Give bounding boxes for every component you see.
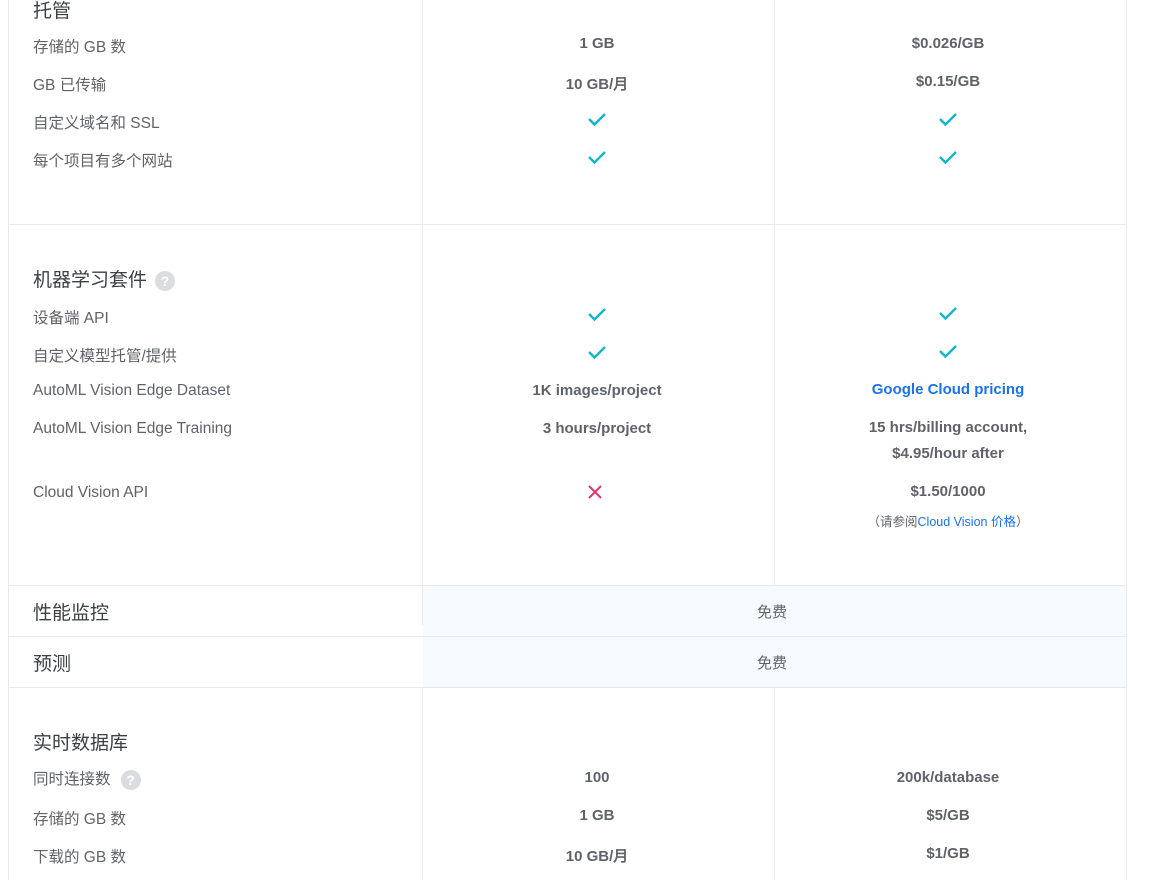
row-divider bbox=[9, 687, 1126, 688]
column-divider bbox=[422, 687, 423, 880]
cloud-vision-pricing-link[interactable]: Cloud Vision 价格 bbox=[918, 515, 1016, 529]
blaze-value: $1/GB bbox=[926, 845, 970, 862]
section-title-predictions: 预测 bbox=[33, 654, 72, 675]
row-label: AutoML Vision Edge Training bbox=[33, 420, 233, 437]
spark-value: 1 GB bbox=[579, 35, 615, 52]
blaze-value: $0.026/GB bbox=[911, 35, 985, 52]
row-label-concurrent: 同时连接数? bbox=[33, 767, 141, 790]
note-suffix: ） bbox=[1015, 515, 1029, 529]
row-label: 每个项目有多个网站 bbox=[33, 153, 173, 170]
column-divider bbox=[774, 0, 775, 625]
note-prefix: （请参阅 bbox=[867, 515, 918, 529]
spark-value: 1K images/project bbox=[532, 382, 662, 399]
section-title-realtime-db: 实时数据库 bbox=[33, 733, 129, 754]
row-label-text: 同时连接数 bbox=[33, 771, 111, 788]
help-icon[interactable]: ? bbox=[155, 270, 176, 291]
blaze-value: 200k/database bbox=[896, 769, 1000, 786]
row-divider bbox=[9, 585, 1126, 586]
row-label: 自定义域名和 SSL bbox=[33, 115, 160, 132]
row-divider bbox=[9, 636, 1126, 637]
row-label: GB 已传输 bbox=[33, 77, 107, 94]
row-divider bbox=[9, 224, 1126, 225]
row-label: 存储的 GB 数 bbox=[33, 39, 127, 56]
checkmark-icon bbox=[588, 113, 606, 127]
spark-value: 10 GB/月 bbox=[565, 76, 629, 93]
spark-value: 10 GB/月 bbox=[565, 848, 629, 865]
cloud-vision-note: （请参阅Cloud Vision 价格） bbox=[868, 511, 1029, 530]
spark-value: 3 hours/project bbox=[542, 420, 652, 437]
google-cloud-pricing-link[interactable]: Google Cloud pricing bbox=[872, 381, 1025, 398]
row-label: 下载的 GB 数 bbox=[33, 849, 127, 866]
row-label: AutoML Vision Edge Dataset bbox=[33, 382, 231, 399]
blaze-value: $0.15/GB bbox=[915, 73, 981, 90]
checkmark-icon bbox=[588, 308, 606, 322]
section-title-performance: 性能监控 bbox=[33, 603, 110, 624]
row-label: Cloud Vision API bbox=[33, 484, 149, 501]
checkmark-icon bbox=[939, 307, 957, 321]
checkmark-icon bbox=[939, 151, 957, 165]
section-title-ml-kit: 机器学习套件? bbox=[33, 265, 176, 292]
spark-value: 100 bbox=[584, 769, 610, 786]
performance-value: 免费 bbox=[756, 604, 788, 621]
section-title-text: 机器学习套件 bbox=[33, 270, 148, 291]
checkmark-icon bbox=[588, 346, 606, 360]
row-label: 存储的 GB 数 bbox=[33, 811, 127, 828]
blaze-value: $5/GB bbox=[926, 807, 970, 824]
row-label: 自定义模型托管/提供 bbox=[33, 348, 177, 365]
blaze-value: $1.50/1000 bbox=[910, 483, 986, 500]
checkmark-icon bbox=[939, 113, 957, 127]
column-divider bbox=[422, 0, 423, 625]
row-label: 设备端 API bbox=[33, 310, 109, 327]
section-title-hosting: 托管 bbox=[33, 1, 72, 22]
column-divider bbox=[774, 687, 775, 880]
checkmark-icon bbox=[939, 345, 957, 359]
predictions-value: 免费 bbox=[756, 655, 788, 672]
checkmark-icon bbox=[588, 151, 606, 165]
blaze-value: 15 hrs/billing account, $4.95/hour after bbox=[868, 419, 1028, 462]
help-icon[interactable]: ? bbox=[120, 769, 141, 790]
spark-value: 1 GB bbox=[579, 807, 615, 824]
cross-icon bbox=[588, 485, 602, 499]
